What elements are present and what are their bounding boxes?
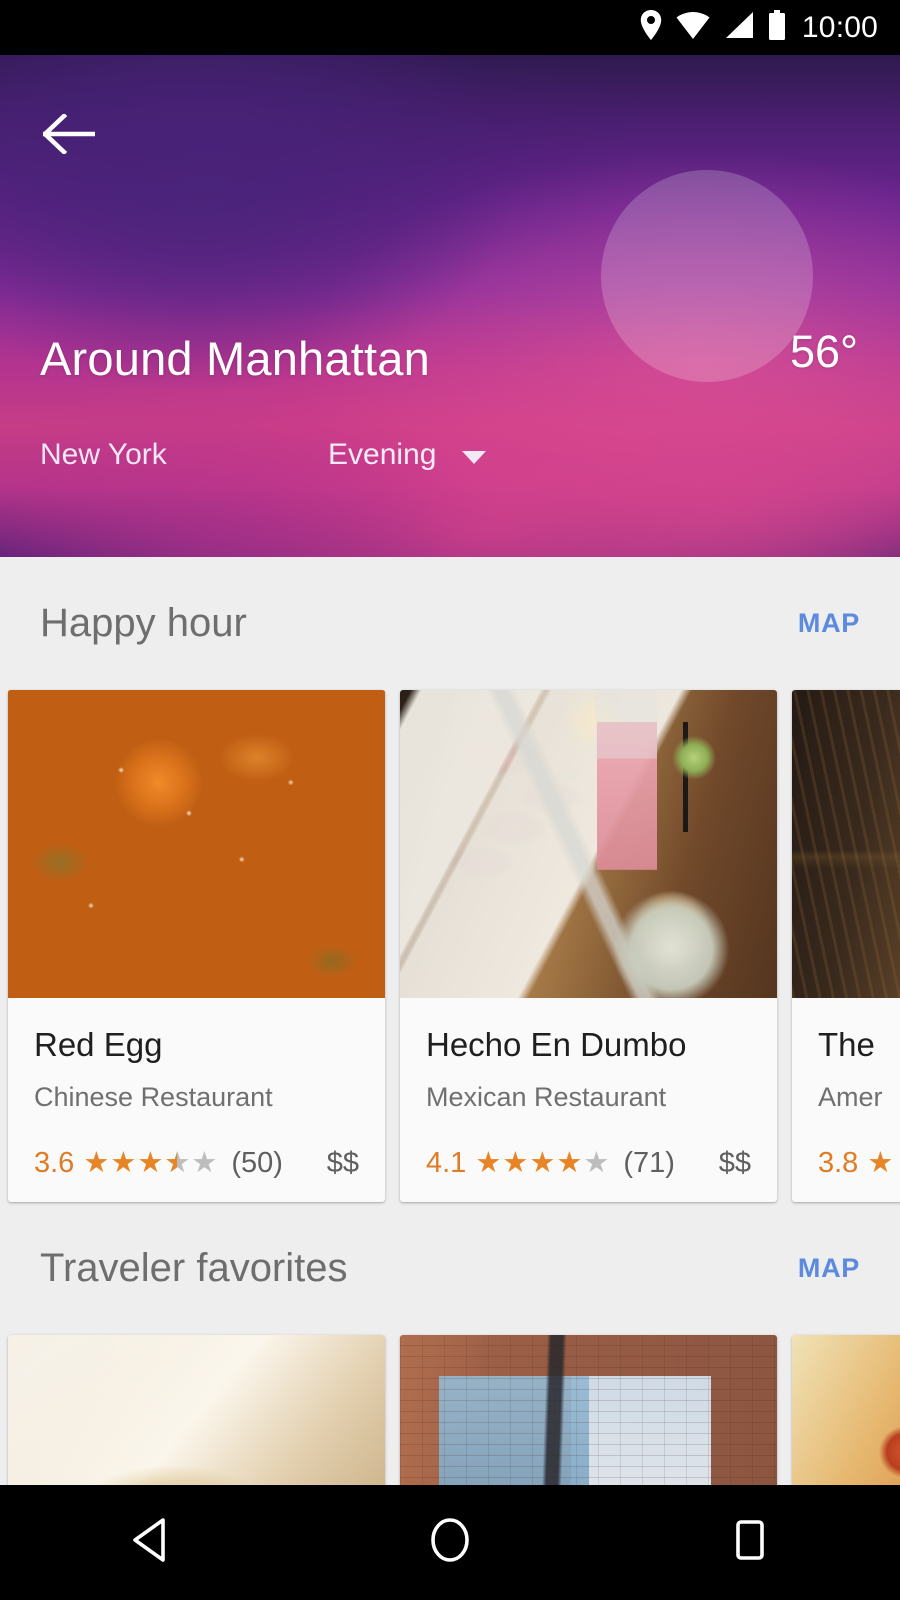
rating-group: 3.6 ★★★★★ (50) xyxy=(34,1147,283,1180)
rating-value: 3.6 xyxy=(34,1147,75,1179)
review-count: (71) xyxy=(623,1147,675,1179)
star-rating: ★ ★ ★ ★ ★ xyxy=(83,1149,217,1179)
page-title: Around Manhattan xyxy=(40,332,430,385)
star-rating: ★ xyxy=(867,1147,894,1179)
chevron-down-icon[interactable] xyxy=(462,450,487,464)
rating-group: 3.8 ★ xyxy=(818,1147,893,1180)
signal-icon xyxy=(724,11,754,44)
place-category: Mexican Restaurant xyxy=(426,1082,667,1112)
price-level: $$ xyxy=(718,1147,751,1179)
place-name: The xyxy=(818,1026,875,1063)
sun-circle-icon xyxy=(601,170,813,382)
app-screen: 10:00 Around Manhattan 56° New York Even… xyxy=(0,0,900,1600)
section-title: Happy hour xyxy=(40,601,247,645)
back-button[interactable] xyxy=(38,105,100,167)
android-nav-bar xyxy=(0,1485,900,1600)
time-of-day-label[interactable]: Evening xyxy=(328,438,436,472)
place-card-footer: 4.1 ★ ★ ★ ★ ★ (71) $$ xyxy=(426,1147,751,1180)
place-card[interactable]: The Amer 3.8 ★ xyxy=(792,690,900,1202)
place-photo xyxy=(400,690,777,998)
nav-recents-square-icon xyxy=(732,1519,768,1566)
map-link-traveler-favorites[interactable]: MAP xyxy=(798,1253,860,1284)
place-card-body: The Amer 3.8 ★ xyxy=(792,998,900,1202)
nav-recents-button[interactable] xyxy=(690,1485,810,1600)
star-rating: ★ ★ ★ ★ ★ xyxy=(475,1147,610,1179)
card-rail-happy-hour[interactable]: Red Egg Chinese Restaurant 3.6 ★★★★★ (50… xyxy=(0,690,900,1202)
city-label: New York xyxy=(40,438,167,471)
hero-header: Around Manhattan 56° New York Evening xyxy=(0,55,900,557)
place-card-body: Hecho En Dumbo Mexican Restaurant 4.1 ★ ★… xyxy=(400,998,777,1202)
place-category: Chinese Restaurant xyxy=(34,1082,273,1112)
map-link-happy-hour[interactable]: MAP xyxy=(798,608,860,639)
review-count: (50) xyxy=(231,1147,283,1179)
section-header-traveler-favorites: Traveler favorites MAP xyxy=(0,1202,900,1335)
status-bar-clock: 10:00 xyxy=(801,10,878,44)
back-arrow-icon xyxy=(41,112,96,159)
place-card-footer: 3.8 ★ xyxy=(818,1147,900,1180)
place-photo xyxy=(792,690,900,998)
place-name: Red Egg xyxy=(34,1026,163,1063)
price-level: $$ xyxy=(326,1147,359,1179)
section-title: Traveler favorites xyxy=(40,1246,348,1290)
place-card-footer: 3.6 ★★★★★ (50) $$ xyxy=(34,1147,359,1180)
place-card-body: Red Egg Chinese Restaurant 3.6 ★★★★★ (50… xyxy=(8,998,385,1202)
rating-value: 3.8 xyxy=(818,1147,859,1179)
section-header-happy-hour: Happy hour MAP xyxy=(0,557,900,690)
place-name: Hecho En Dumbo xyxy=(426,1026,687,1063)
content-scroll-area[interactable]: Happy hour MAP Red Egg Chinese Restauran… xyxy=(0,557,900,1600)
place-card[interactable]: Hecho En Dumbo Mexican Restaurant 4.1 ★ ★… xyxy=(400,690,777,1202)
nav-home-button[interactable] xyxy=(390,1485,510,1600)
place-category: Amer xyxy=(818,1082,883,1112)
wifi-icon xyxy=(676,11,710,44)
nav-back-button[interactable] xyxy=(90,1485,210,1600)
nav-back-triangle-icon xyxy=(130,1518,170,1567)
rating-value: 4.1 xyxy=(426,1147,467,1179)
location-icon xyxy=(640,10,662,45)
nav-home-circle-icon xyxy=(429,1517,471,1568)
place-photo xyxy=(8,690,385,998)
status-bar-icons xyxy=(640,10,786,45)
status-bar: 10:00 xyxy=(0,0,900,55)
place-card[interactable]: Red Egg Chinese Restaurant 3.6 ★★★★★ (50… xyxy=(8,690,385,1202)
battery-icon xyxy=(768,10,786,45)
hero-subtitle-row: New York Evening xyxy=(40,438,600,472)
temperature-value: 56° xyxy=(789,326,858,377)
rating-group: 4.1 ★ ★ ★ ★ ★ (71) xyxy=(426,1147,675,1180)
